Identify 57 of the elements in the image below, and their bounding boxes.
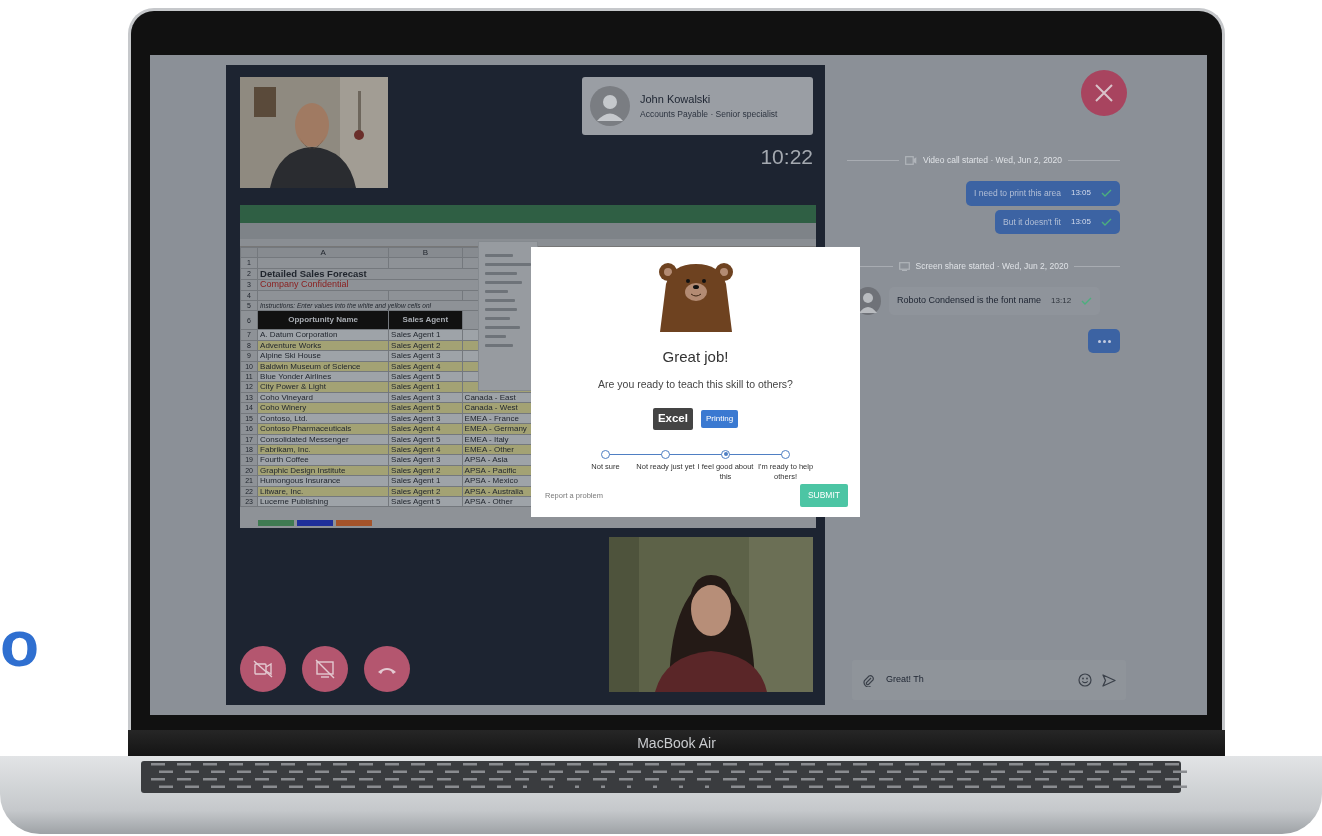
message-time: 13:05 — [1070, 215, 1091, 228]
table-cell: Sales Agent 5 — [388, 434, 463, 445]
table-cell: Blue Yonder Airlines — [257, 371, 389, 382]
message-field[interactable]: Great! Th — [852, 660, 1126, 700]
table-cell: Sales Agent 5 — [388, 496, 463, 507]
table-cell: Baldwin Museum of Science — [257, 361, 389, 372]
table-cell: Coho Winery — [257, 402, 389, 414]
table-cell: Sales Agent 4 — [388, 361, 463, 372]
table-cell: Sales Agent 4 — [388, 423, 463, 434]
table-cell: Sales Agent 5 — [388, 371, 463, 382]
table-cell: Sales Agent 4 — [388, 444, 463, 455]
caller-role: Accounts Payable · Senior specialist — [640, 107, 778, 121]
table-cell: Sales Agent 3 — [388, 392, 463, 403]
skill-tag: Printing — [700, 409, 739, 428]
table-cell: Sales Agent 5 — [388, 402, 463, 414]
table-cell: Adventure Works — [257, 340, 389, 351]
dialog-question: Are you ready to teach this skill to others? — [598, 376, 793, 392]
call-clock: 10:22 — [759, 144, 813, 170]
sheet-subtitle: Company Confidential — [260, 279, 349, 290]
table-cell: Sales Agent 3 — [388, 413, 463, 424]
table-cell: Litware, Inc. — [257, 486, 389, 497]
table-cell: Sales Agent 1 — [388, 381, 463, 393]
table-cell: Alpine Ski House — [257, 350, 389, 362]
table-cell: Graphic Design Institute — [257, 465, 389, 476]
column-header: A — [257, 247, 389, 258]
brand-label: MacBook Air — [637, 733, 716, 753]
table-cell: Sales Agent 1 — [388, 475, 463, 487]
dialog-title: Great job! — [662, 347, 729, 367]
table-cell: Sales Agent 1 — [388, 329, 463, 341]
divider-text: Screen share started · Wed, Jun 2, 2020 — [915, 260, 1069, 273]
table-cell: Lucerne Publishing — [257, 496, 389, 507]
table-cell: Contoso Pharmaceuticals — [257, 423, 389, 434]
table-cell: A. Datum Corporation — [257, 329, 389, 341]
message-time: 13:05 — [1070, 187, 1091, 200]
table-cell: Fabrikam, Inc. — [257, 444, 389, 455]
message-text: Roboto Condensed is the font name — [897, 294, 1042, 308]
message-text: I need to print this area — [974, 186, 1061, 200]
table-cell: Sales Agent 2 — [388, 486, 463, 497]
edge-letter: o — [0, 612, 40, 676]
caller-name: John Kowalski — [640, 92, 712, 108]
sheet-title: Detailed Sales Forecast — [260, 267, 367, 279]
message-time: 13:12 — [1051, 295, 1072, 307]
table-cell: Sales Agent 3 — [388, 350, 463, 362]
table-cell: Consolidated Messenger — [257, 434, 389, 445]
skill-tag: Excel — [652, 408, 693, 430]
table-cell: Sales Agent 2 — [388, 340, 463, 351]
message-text: But it doesn't fit — [1003, 215, 1061, 229]
table-cell: Sales Agent 3 — [388, 454, 463, 466]
divider-text: Video call started · Wed, Jun 2, 2020 — [922, 154, 1063, 167]
table-cell: Fourth Coffee — [257, 454, 389, 466]
column-header: B — [388, 247, 463, 258]
table-cell: Humongous Insurance — [257, 475, 389, 487]
message-input[interactable]: Great! Th — [884, 672, 1068, 688]
table-cell: City Power & Light — [257, 381, 389, 393]
table-cell: Coho Vineyard — [257, 392, 389, 403]
table-cell: Contoso, Ltd. — [257, 413, 389, 424]
table-cell: Sales Agent 2 — [388, 465, 463, 476]
